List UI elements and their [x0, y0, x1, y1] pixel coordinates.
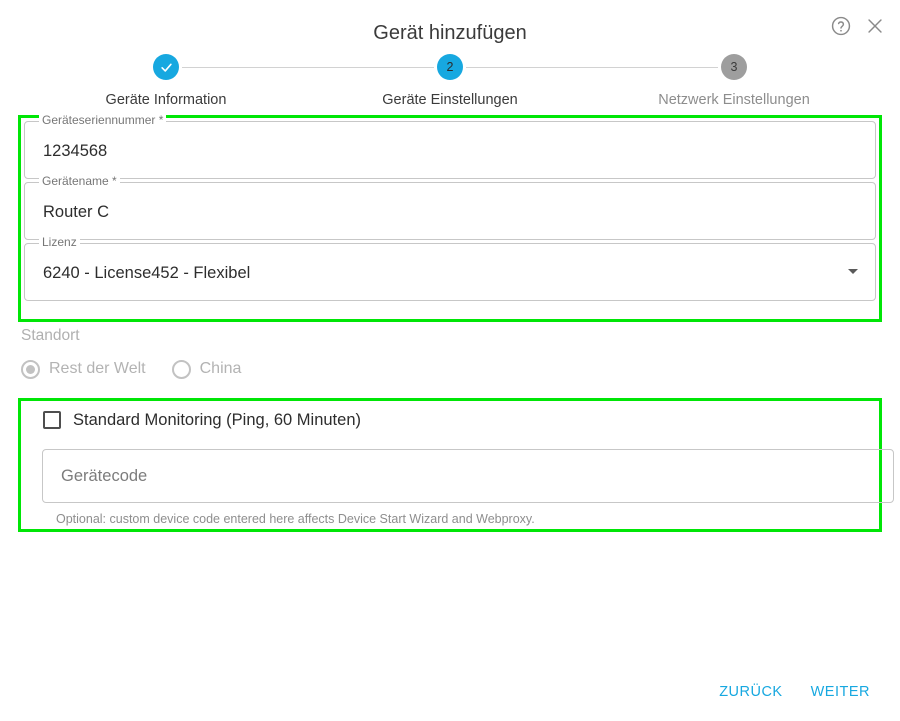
check-icon	[160, 63, 172, 72]
help-circle-icon[interactable]	[830, 15, 852, 37]
dialog-header: Gerät hinzufügen	[0, 0, 900, 52]
back-button[interactable]: ZURÜCK	[711, 677, 790, 707]
stepper-connector-2	[466, 67, 718, 68]
location-legend: Standort	[21, 327, 80, 344]
dialog-footer: ZURÜCK WEITER	[711, 677, 878, 707]
serial-number-label: Geräteseriennummer *	[39, 113, 167, 127]
device-name-field[interactable]: Gerätename * Router C	[24, 174, 876, 240]
page-title: Gerät hinzufügen	[373, 22, 527, 44]
checkbox-unchecked-icon[interactable]	[43, 411, 61, 429]
radio-rest-of-world[interactable]: Rest der Welt	[21, 359, 146, 379]
stepper-step-device-settings[interactable]: 2 Geräte Einstellungen	[320, 54, 580, 108]
step-1-bubble	[153, 54, 179, 80]
next-button[interactable]: WEITER	[803, 677, 878, 707]
device-name-value: Router C	[43, 203, 110, 221]
license-label: Lizenz	[39, 235, 80, 249]
radio-china[interactable]: China	[171, 359, 242, 379]
radio-selected-icon	[21, 359, 40, 379]
step-3-label: Netzwerk Einstellungen	[658, 92, 810, 108]
device-name-outline	[24, 182, 876, 240]
device-code-field[interactable]: Gerätecode	[42, 449, 894, 503]
stepper-step-network-settings[interactable]: 3 Netzwerk Einstellungen	[604, 54, 864, 108]
step-1-label: Geräte Information	[105, 92, 227, 108]
location-section: Standort Rest der Welt China	[21, 326, 521, 379]
close-icon[interactable]	[864, 15, 886, 37]
radio-china-label: China	[199, 360, 242, 377]
device-name-label: Gerätename *	[39, 174, 120, 188]
device-settings-highlight-group: Geräteseriennummer * 1234568 Gerätename …	[18, 113, 882, 322]
standard-monitoring-row[interactable]: Standard Monitoring (Ping, 60 Minuten)	[43, 410, 361, 430]
stepper-connector-1	[182, 67, 434, 68]
chevron-down-icon[interactable]	[848, 269, 858, 274]
monitoring-highlight-group: Standard Monitoring (Ping, 60 Minuten) G…	[18, 398, 894, 532]
header-actions	[830, 15, 886, 37]
serial-number-field[interactable]: Geräteseriennummer * 1234568	[24, 113, 876, 179]
stepper-step-device-information[interactable]: Geräte Information	[36, 54, 296, 108]
serial-number-outline	[24, 121, 876, 179]
location-radio-group: Rest der Welt China	[21, 359, 521, 379]
license-select-field[interactable]: Lizenz 6240 - License452 - Flexibel	[24, 235, 876, 301]
device-code-placeholder: Gerätecode	[61, 467, 148, 485]
device-code-helper-text: Optional: custom device code entered her…	[56, 512, 535, 526]
wizard-stepper: Geräte Information 2 Geräte Einstellunge…	[0, 54, 900, 112]
step-3-bubble: 3	[721, 54, 747, 80]
step-2-bubble: 2	[437, 54, 463, 80]
serial-number-value: 1234568	[43, 142, 108, 160]
radio-rest-of-world-label: Rest der Welt	[49, 360, 146, 377]
device-code-outline	[42, 449, 894, 503]
license-value: 6240 - License452 - Flexibel	[43, 264, 251, 282]
standard-monitoring-label: Standard Monitoring (Ping, 60 Minuten)	[73, 411, 361, 429]
step-2-label: Geräte Einstellungen	[382, 92, 518, 108]
radio-unselected-icon	[171, 359, 191, 379]
